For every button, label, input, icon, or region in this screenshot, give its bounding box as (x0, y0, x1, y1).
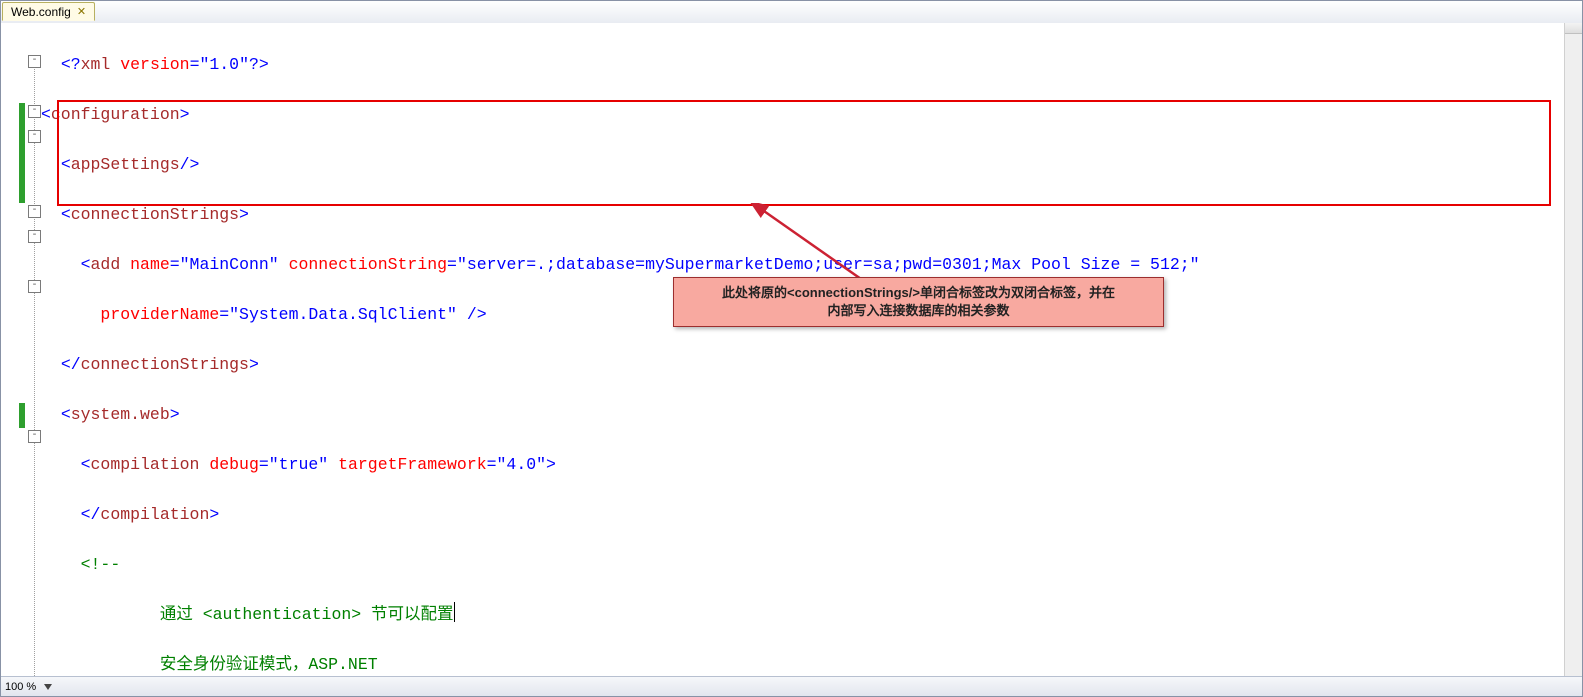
val-version: "1.0" (199, 55, 249, 74)
xml-decl-close: ?> (249, 55, 269, 74)
tag-connectionstrings-close: connectionStrings (81, 355, 249, 374)
callout-line1: 此处将原的<connectionStrings/>单闭合标签改为双闭合标签，并在 (686, 284, 1151, 302)
text-caret (454, 602, 455, 622)
val-name: "MainConn" (180, 255, 279, 274)
change-bar (19, 403, 25, 428)
change-bar (19, 103, 25, 203)
tag-appsettings: appSettings (71, 155, 180, 174)
attr-providername: providerName (100, 305, 219, 324)
outline-collapse-icon[interactable]: - (28, 130, 41, 143)
tab-strip: Web.config ✕ (1, 1, 1582, 24)
tag-add: add (91, 255, 121, 274)
editor-window: Web.config ✕ - - - - - - - <?xml version… (0, 0, 1583, 697)
val-connectionstring: "server=.;database=mySupermarketDemo;use… (457, 255, 1200, 274)
val-providername: "System.Data.SqlClient" (229, 305, 457, 324)
status-bar: 100 % (1, 676, 1582, 696)
code-editor[interactable]: - - - - - - - <?xml version="1.0"?> <con… (1, 23, 1582, 676)
close-icon[interactable]: ✕ (77, 7, 86, 18)
tag-connectionstrings-open: connectionStrings (71, 205, 239, 224)
zoom-dropdown-icon[interactable] (44, 684, 52, 690)
attr-connectionstring: connectionString (289, 255, 447, 274)
outline-line (34, 56, 35, 676)
file-tab-web-config[interactable]: Web.config ✕ (2, 2, 95, 21)
outline-collapse-icon[interactable]: - (28, 105, 41, 118)
outline-collapse-icon[interactable]: - (28, 205, 41, 218)
split-handle[interactable] (1565, 23, 1582, 34)
outline-collapse-icon[interactable]: - (28, 280, 41, 293)
callout-box: 此处将原的<connectionStrings/>单闭合标签改为双闭合标签，并在… (673, 277, 1164, 327)
code-content[interactable]: <?xml version="1.0"?> <configuration> <a… (41, 27, 1564, 676)
xml-decl-open: <? (61, 55, 81, 74)
val-debug: "true" (269, 455, 328, 474)
comment-open: <!-- (81, 555, 121, 574)
attr-name: name (130, 255, 170, 274)
file-tab-label: Web.config (11, 5, 71, 19)
outline-collapse-icon[interactable]: - (28, 55, 41, 68)
zoom-level[interactable]: 100 % (5, 681, 36, 693)
tag-compilation-open: compilation (91, 455, 200, 474)
comment-text: 通过 <authentication> 节可以配置 (160, 605, 454, 624)
attr-debug: debug (209, 455, 259, 474)
comment-text: 安全身份验证模式，ASP.NET (160, 655, 378, 674)
callout-line2: 内部写入连接数据库的相关参数 (686, 302, 1151, 320)
tag-compilation-close: compilation (100, 505, 209, 524)
tag-configuration: configuration (51, 105, 180, 124)
outline-collapse-icon[interactable]: - (28, 430, 41, 443)
vertical-scrollbar[interactable] (1564, 23, 1582, 676)
outline-collapse-icon[interactable]: - (28, 230, 41, 243)
xml-decl-name: xml (81, 55, 111, 74)
attr-version: version (120, 55, 189, 74)
attr-targetframework: targetFramework (338, 455, 487, 474)
val-targetframework: "4.0" (497, 455, 547, 474)
tag-system-web: system.web (71, 405, 170, 424)
